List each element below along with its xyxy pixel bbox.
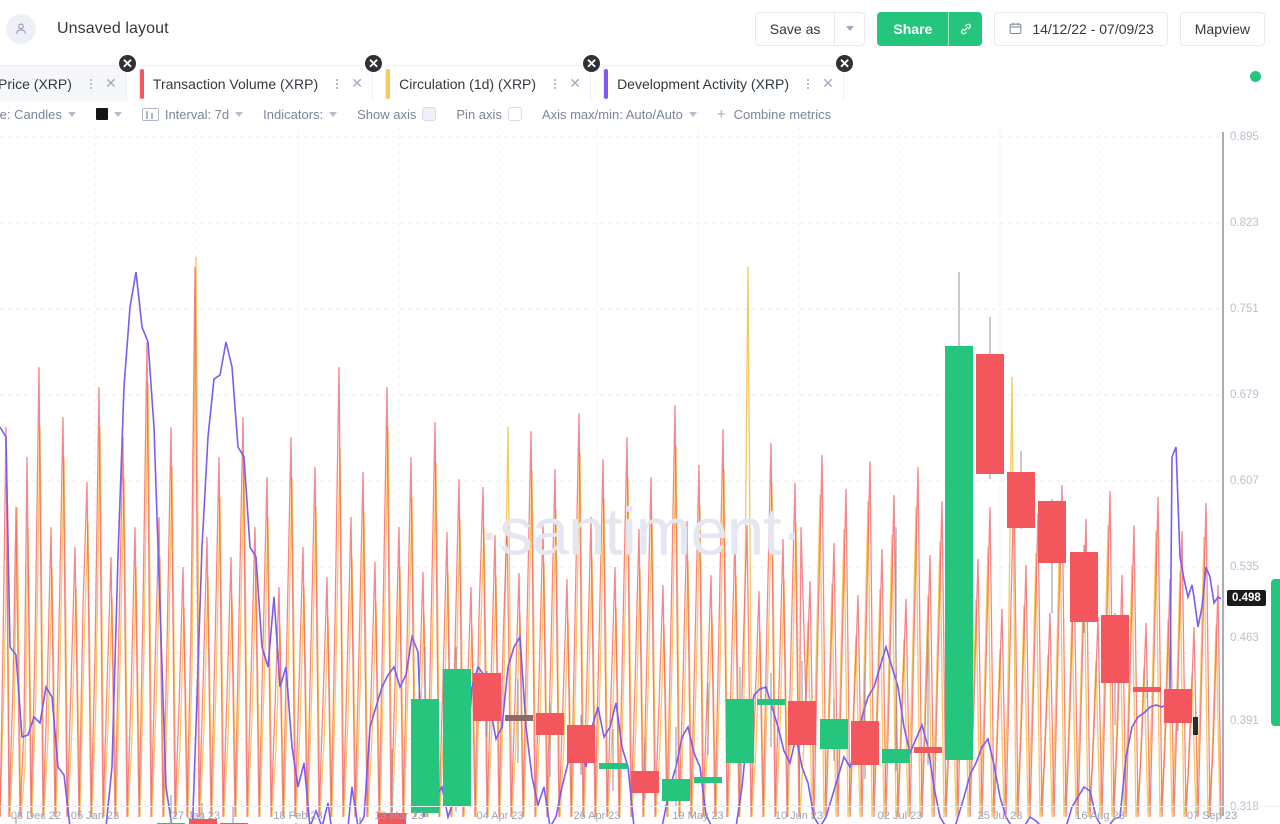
close-icon[interactable]: ✕ bbox=[102, 75, 120, 93]
x-axis-tick: 16 Aug 23 bbox=[1075, 810, 1125, 822]
axis-range-handle[interactable] bbox=[1271, 579, 1280, 726]
date-axis: 08 Dec 22 05 Jan 23 27 Jan 23 18 Feb 23 … bbox=[0, 806, 1280, 824]
metric-tab-price[interactable]: Price (XRP) ✕ ✕ bbox=[0, 65, 127, 101]
price-axis[interactable]: 0.895 0.823 0.751 0.679 0.607 0.535 0.49… bbox=[1222, 127, 1280, 824]
metric-tab-label: Price (XRP) bbox=[0, 76, 72, 92]
remove-badge-icon[interactable]: ✕ bbox=[835, 54, 854, 73]
share-group: Share bbox=[877, 12, 982, 46]
candlestick-icon bbox=[142, 108, 159, 121]
remove-badge-icon[interactable]: ✕ bbox=[364, 54, 383, 73]
metric-tab-development-activity[interactable]: Development Activity (XRP) ✕ ✕ bbox=[603, 65, 844, 101]
chevron-down-icon bbox=[846, 26, 854, 31]
chevron-down-icon bbox=[235, 112, 243, 117]
y-axis-tick: 0.463 bbox=[1230, 632, 1259, 644]
save-as-dropdown-button[interactable] bbox=[834, 13, 864, 45]
x-axis-tick: 19 May 23 bbox=[672, 810, 723, 822]
user-icon bbox=[13, 21, 29, 37]
date-range-picker[interactable]: 14/12/22 - 07/09/23 bbox=[994, 12, 1167, 46]
style-selector[interactable]: Style: Candles bbox=[0, 107, 76, 122]
chart-settings-toolbar: Style: Candles Interval: 7d Indicators: … bbox=[0, 101, 1280, 127]
y-axis-tick: 0.823 bbox=[1230, 217, 1259, 229]
show-axis-toggle[interactable]: Show axis bbox=[357, 107, 436, 122]
remove-badge-icon[interactable]: ✕ bbox=[582, 54, 601, 73]
save-as-group: Save as bbox=[755, 12, 866, 46]
y-axis-tick: 0.895 bbox=[1230, 131, 1259, 143]
axis-minmax-label: Axis max/min: Auto/Auto bbox=[542, 107, 683, 122]
axis-line bbox=[1222, 132, 1224, 816]
close-icon[interactable]: ✕ bbox=[348, 75, 366, 93]
plus-icon: + bbox=[717, 107, 726, 122]
x-axis-tick: 26 Apr 23 bbox=[573, 810, 620, 822]
date-range-label: 14/12/22 - 07/09/23 bbox=[1032, 21, 1153, 37]
y-axis-tick: 0.607 bbox=[1230, 475, 1259, 487]
save-as-button[interactable]: Save as bbox=[756, 13, 835, 45]
kebab-menu-icon[interactable] bbox=[330, 79, 344, 89]
x-axis-tick: 05 Jan 23 bbox=[71, 810, 119, 822]
style-label: Style: Candles bbox=[0, 107, 62, 122]
close-icon[interactable]: ✕ bbox=[566, 75, 584, 93]
x-axis-tick: 07 Sep 23 bbox=[1187, 810, 1237, 822]
y-axis-tick: 0.535 bbox=[1230, 561, 1259, 573]
remove-badge-icon[interactable]: ✕ bbox=[118, 54, 137, 73]
axis-minmax-selector[interactable]: Axis max/min: Auto/Auto bbox=[542, 107, 697, 122]
x-axis-tick: 13 Mar 23 bbox=[374, 810, 424, 822]
pin-axis-toggle[interactable]: Pin axis bbox=[456, 107, 522, 122]
chevron-down-icon bbox=[689, 112, 697, 117]
x-axis-tick: 27 Jan 23 bbox=[172, 810, 220, 822]
chevron-down-icon bbox=[68, 112, 76, 117]
copy-link-button[interactable] bbox=[948, 12, 982, 46]
color-swatch bbox=[96, 108, 108, 120]
y-axis-tick: 0.751 bbox=[1230, 303, 1259, 315]
chart-canvas[interactable]: ·santiment· bbox=[0, 127, 1280, 824]
x-axis-tick: 08 Dec 22 bbox=[11, 810, 61, 822]
indicators-selector[interactable]: Indicators: bbox=[263, 107, 337, 122]
metric-tab-label: Transaction Volume (XRP) bbox=[153, 76, 318, 92]
y-axis-tick: 0.679 bbox=[1230, 389, 1259, 401]
metric-tab-circulation[interactable]: Circulation (1d) (XRP) ✕ ✕ bbox=[385, 65, 591, 101]
chevron-down-icon bbox=[329, 112, 337, 117]
metric-tab-label: Development Activity (XRP) bbox=[617, 76, 789, 92]
x-axis-tick: 18 Feb 23 bbox=[273, 810, 323, 822]
pin-axis-checkbox[interactable] bbox=[508, 107, 522, 121]
metric-color-bar bbox=[604, 69, 608, 99]
link-icon bbox=[958, 21, 974, 37]
pin-axis-label: Pin axis bbox=[456, 107, 502, 122]
share-button[interactable]: Share bbox=[877, 12, 948, 46]
series-price-candles bbox=[0, 127, 1222, 824]
x-axis-tick: 10 Jun 23 bbox=[775, 810, 823, 822]
color-selector[interactable] bbox=[96, 108, 122, 120]
metric-color-bar bbox=[386, 69, 390, 99]
show-axis-checkbox[interactable] bbox=[422, 107, 436, 121]
top-bar-actions: Save as Share 14/12/22 - 07/09/2 bbox=[755, 12, 1280, 46]
kebab-menu-icon[interactable] bbox=[801, 79, 815, 89]
x-axis-tick: 04 Apr 23 bbox=[476, 810, 523, 822]
interval-label: Interval: 7d bbox=[165, 107, 229, 122]
interval-selector[interactable]: Interval: 7d bbox=[142, 107, 243, 122]
close-icon[interactable]: ✕ bbox=[819, 75, 837, 93]
top-bar: Unsaved layout Save as Share bbox=[0, 0, 1280, 57]
metric-tab-label: Circulation (1d) (XRP) bbox=[399, 76, 536, 92]
y-axis-tick: 0.391 bbox=[1230, 715, 1259, 727]
indicators-label: Indicators: bbox=[263, 107, 323, 122]
show-axis-label: Show axis bbox=[357, 107, 416, 122]
metric-tab-transaction-volume[interactable]: Transaction Volume (XRP) ✕ ✕ bbox=[139, 65, 373, 101]
current-price-badge: 0.498 bbox=[1227, 590, 1266, 606]
kebab-menu-icon[interactable] bbox=[548, 79, 562, 89]
combine-metrics-button[interactable]: + Combine metrics bbox=[717, 107, 831, 122]
page-title: Unsaved layout bbox=[57, 20, 169, 38]
metric-tabs: Price (XRP) ✕ ✕ Transaction Volume (XRP)… bbox=[0, 57, 1280, 101]
mapview-button[interactable]: Mapview bbox=[1180, 12, 1265, 46]
kebab-menu-icon[interactable] bbox=[84, 79, 98, 89]
metric-color-bar bbox=[140, 69, 144, 99]
combine-metrics-label: Combine metrics bbox=[734, 107, 832, 122]
status-badge bbox=[1250, 71, 1261, 82]
x-axis-tick: 25 Jul 23 bbox=[978, 810, 1023, 822]
avatar[interactable] bbox=[6, 14, 36, 44]
x-axis-tick: 02 Jul 23 bbox=[878, 810, 923, 822]
chevron-down-icon bbox=[114, 112, 122, 117]
calendar-icon bbox=[1008, 21, 1023, 36]
